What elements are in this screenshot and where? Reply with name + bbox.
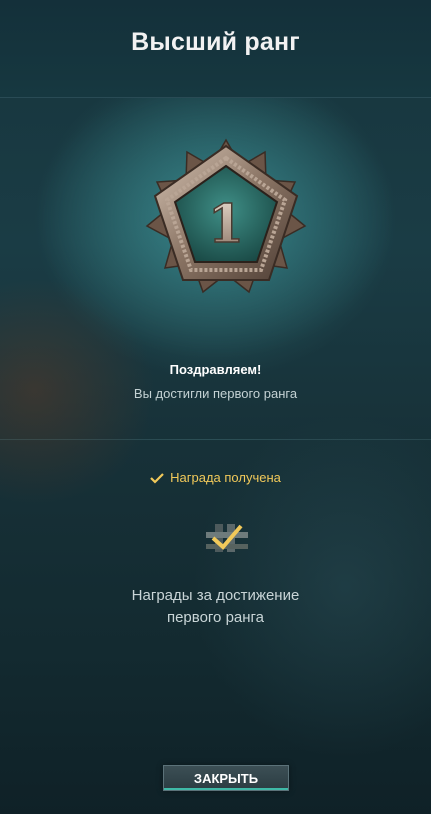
reward-status-label: Награда получена [170,470,281,485]
reward-description: Награды за достижение первого ранга [0,585,431,629]
check-icon [150,473,164,484]
rank-number: 1 [208,194,244,255]
rank-subtitle: Вы достигли первого ранга [133,386,298,401]
congrats-text: Поздравляем! [169,362,262,377]
close-button[interactable]: ЗАКРЫТЬ [163,765,289,791]
reward-item-icon [206,524,248,552]
rank-badge-icon: 1 [145,138,307,294]
reward-description-line2: первого ранга [166,609,265,626]
page-title: Высший ранг [131,28,300,56]
reward-status: Награда получена [0,470,431,485]
reward-description-line1: Награды за достижение [131,587,300,604]
header: Высший ранг [0,0,431,98]
